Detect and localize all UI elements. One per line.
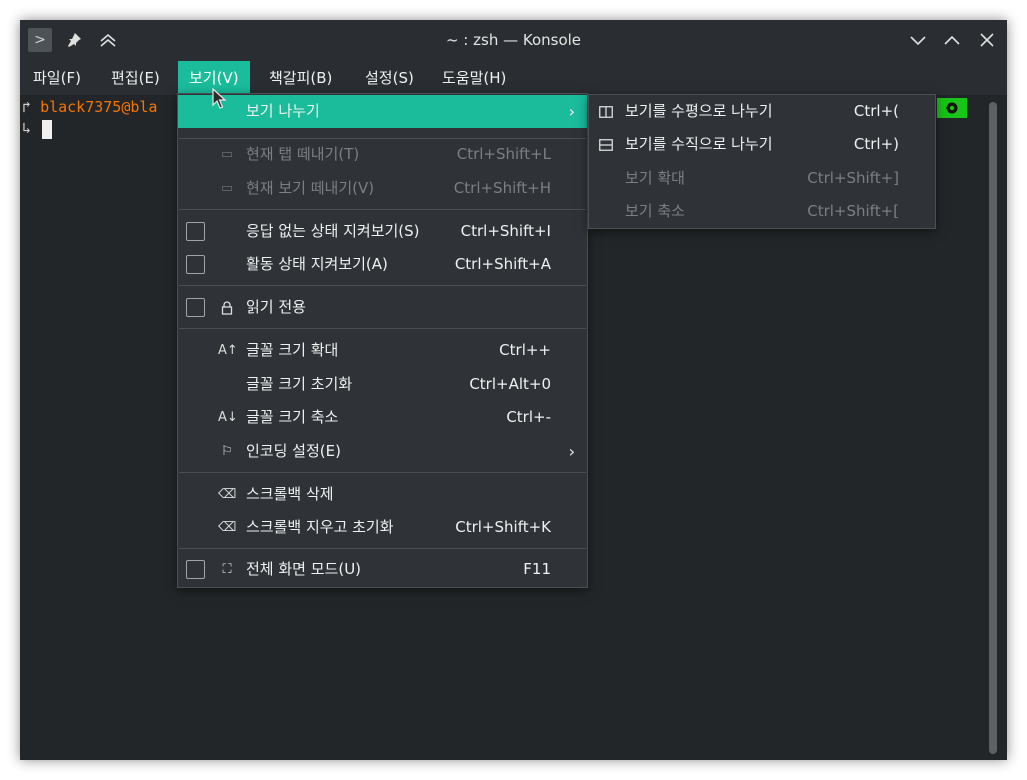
- menu-item-split-vertical[interactable]: 보기를 수직으로 나누기 Ctrl+): [589, 128, 935, 161]
- shortcut-label: Ctrl+Shift+K: [455, 518, 551, 536]
- menu-bar: 파일(F) 편집(E) 보기(V) 책갈피(B) 설정(S) 도움말(H): [20, 61, 1007, 95]
- menu-item-split-horizontal[interactable]: 보기를 수평으로 나누기 Ctrl+(: [589, 95, 935, 128]
- menu-item-encoding[interactable]: ⚐ 인코딩 설정(E) ›: [178, 435, 587, 468]
- menu-item-split-view[interactable]: 보기 나누기 ›: [178, 95, 587, 128]
- shortcut-label: Ctrl+Shift+A: [454, 255, 551, 273]
- shortcut-label: F11: [523, 560, 551, 578]
- menu-edit[interactable]: 편집(E): [100, 61, 171, 95]
- menu-item-label: 보기를 수평으로 나누기: [625, 102, 773, 120]
- menu-item-monitor-activity[interactable]: 활동 상태 지켜보기(A) Ctrl+Shift+A: [178, 248, 587, 281]
- menu-bookmarks[interactable]: 책갈피(B): [258, 61, 343, 95]
- backspace-icon: ⌫: [218, 520, 237, 535]
- scrollbar-thumb[interactable]: [989, 102, 997, 754]
- separator: [179, 548, 586, 549]
- konsole-window: > ~ : zsh — Konsole 파일(F) 편집(E) 보기(V) 책갈…: [20, 20, 1007, 760]
- font-shrink-icon: A↓: [218, 410, 238, 425]
- title-bar: > ~ : zsh — Konsole: [20, 20, 1007, 61]
- menu-help[interactable]: 도움말(H): [431, 61, 517, 95]
- chevron-up-icon: [944, 35, 960, 45]
- menu-item-font-shrink[interactable]: A↓ 글꼴 크기 축소 Ctrl+-: [178, 401, 587, 434]
- view-menu: 보기 나누기 › ▭ 현재 탭 떼내기(T) Ctrl+Shift+L ▭ 현재…: [177, 93, 588, 588]
- minimize-button[interactable]: [906, 28, 930, 52]
- menu-item-label: 현재 탭 떼내기(T): [246, 145, 360, 163]
- close-button[interactable]: [975, 28, 999, 52]
- checkbox[interactable]: [186, 255, 205, 274]
- menu-item-label: 활동 상태 지켜보기(A): [246, 255, 388, 273]
- menu-item-label: 보기를 수직으로 나누기: [625, 135, 773, 153]
- menu-item-label: 글꼴 크기 확대: [246, 341, 339, 359]
- shortcut-label: Ctrl+Shift+[: [807, 202, 899, 220]
- split-horizontal-icon: [597, 95, 615, 128]
- terminal-line-2: ↳: [22, 118, 31, 138]
- checkbox[interactable]: [186, 222, 205, 241]
- menu-settings[interactable]: 설정(S): [354, 61, 425, 95]
- shortcut-label: Ctrl+Alt+0: [469, 375, 551, 393]
- menu-item-label: 글꼴 크기 초기화: [246, 375, 353, 393]
- shortcut-label: Ctrl+Shift+I: [460, 222, 551, 240]
- menu-item-clear-scrollback-reset[interactable]: ⌫ 스크롤백 지우고 초기화 Ctrl+Shift+K: [178, 511, 587, 544]
- split-vertical-icon: [597, 128, 615, 161]
- separator: [179, 285, 586, 286]
- shortcut-label: Ctrl++: [499, 341, 551, 359]
- terminal-cursor: [42, 120, 52, 139]
- menu-item-label: 응답 없는 상태 지켜보기(S): [246, 222, 420, 240]
- menu-item-font-reset[interactable]: 글꼴 크기 초기화 Ctrl+Alt+0: [178, 368, 587, 401]
- checkbox[interactable]: [186, 560, 205, 579]
- detach-icon: ▭: [220, 181, 234, 196]
- record-icon: [946, 102, 958, 114]
- menu-item-label: 보기 확대: [625, 169, 685, 187]
- shortcut-label: Ctrl+Shift+]: [807, 169, 899, 187]
- menu-item-expand-view[interactable]: 보기 확대 Ctrl+Shift+]: [589, 162, 935, 195]
- menu-item-label: 스크롤백 지우고 초기화: [246, 518, 394, 536]
- menu-item-label: 스크롤백 삭제: [246, 485, 334, 503]
- maximize-button[interactable]: [940, 28, 964, 52]
- menu-item-label: 글꼴 크기 축소: [246, 408, 339, 426]
- menu-item-label: 인코딩 설정(E): [246, 442, 341, 460]
- prompt-user-host: black7375@bla: [40, 98, 158, 116]
- mouse-cursor-icon: [212, 88, 227, 109]
- lock-icon: [218, 291, 236, 324]
- separator: [179, 328, 586, 329]
- menu-item-label: 전체 화면 모드(U): [246, 560, 362, 578]
- menu-item-label: 현재 보기 떼내기(V): [246, 179, 375, 197]
- shortcut-label: Ctrl+): [853, 135, 899, 153]
- menu-item-detach-view[interactable]: ▭ 현재 보기 떼내기(V) Ctrl+Shift+H: [178, 172, 587, 205]
- detach-icon: ▭: [220, 147, 234, 162]
- shortcut-label: Ctrl+Shift+H: [453, 179, 551, 197]
- menu-item-monitor-silence[interactable]: 응답 없는 상태 지켜보기(S) Ctrl+Shift+I: [178, 215, 587, 248]
- separator: [179, 209, 586, 210]
- menu-item-clear-scrollback[interactable]: ⌫ 스크롤백 삭제: [178, 478, 587, 511]
- chevron-right-icon: ›: [568, 442, 575, 461]
- menu-item-fullscreen[interactable]: ⛶ 전체 화면 모드(U) F11: [178, 553, 587, 586]
- menu-file[interactable]: 파일(F): [22, 61, 92, 95]
- font-enlarge-icon: A↑: [218, 343, 238, 358]
- close-icon: [980, 33, 994, 47]
- prompt-arrow-top: ↱: [22, 98, 32, 116]
- menu-item-shrink-view[interactable]: 보기 축소 Ctrl+Shift+[: [589, 195, 935, 228]
- split-view-submenu: 보기를 수평으로 나누기 Ctrl+( 보기를 수직으로 나누기 Ctrl+) …: [588, 94, 936, 229]
- terminal-line-1: ↱ black7375@bla: [22, 97, 157, 117]
- checkbox[interactable]: [186, 298, 205, 317]
- separator: [179, 472, 586, 473]
- menu-item-label: 읽기 전용: [246, 298, 306, 316]
- shortcut-label: Ctrl+(: [853, 102, 899, 120]
- status-badge: [937, 98, 967, 118]
- shortcut-label: Ctrl+Shift+L: [456, 145, 551, 163]
- menu-item-read-only[interactable]: 읽기 전용: [178, 291, 587, 324]
- flag-icon: ⚐: [221, 444, 233, 459]
- shortcut-label: Ctrl+-: [506, 408, 551, 426]
- chevron-down-icon: [910, 36, 926, 46]
- menu-item-font-enlarge[interactable]: A↑ 글꼴 크기 확대 Ctrl++: [178, 334, 587, 367]
- backspace-icon: ⌫: [218, 487, 237, 502]
- menu-item-label: 보기 축소: [625, 202, 685, 220]
- menu-item-label: 보기 나누기: [246, 102, 320, 120]
- chevron-right-icon: ›: [568, 102, 575, 121]
- fullscreen-icon: ⛶: [222, 562, 232, 577]
- window-title: ~ : zsh — Konsole: [445, 31, 582, 49]
- prompt-arrow-bottom: ↳: [22, 119, 32, 137]
- menu-item-detach-tab[interactable]: ▭ 현재 탭 떼내기(T) Ctrl+Shift+L: [178, 138, 587, 171]
